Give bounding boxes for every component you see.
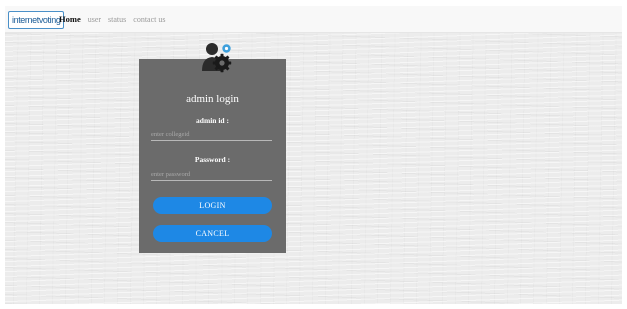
admin-id-label: admin id :	[196, 116, 229, 125]
top-navbar: internetvoting Home user status contact …	[5, 6, 622, 33]
password-label: Password :	[194, 155, 231, 164]
page-background: internetvoting Home user status contact …	[5, 6, 622, 304]
nav-link-user[interactable]: user	[88, 15, 101, 24]
admin-login-card: admin login admin id : Password : LOGIN …	[139, 59, 286, 253]
cancel-button[interactable]: CANCEL	[153, 225, 272, 242]
nav-link-home[interactable]: Home	[59, 14, 81, 24]
nav-links: Home user status contact us	[59, 6, 166, 32]
admin-settings-icon	[198, 40, 234, 74]
login-button[interactable]: LOGIN	[153, 197, 272, 214]
brand-logo[interactable]: internetvoting	[8, 11, 65, 29]
admin-id-input[interactable]	[151, 128, 272, 141]
nav-link-contact-us[interactable]: contact us	[133, 15, 165, 24]
login-title: admin login	[186, 93, 239, 105]
browser-viewport: internetvoting Home user status contact …	[0, 0, 627, 309]
nav-link-status[interactable]: status	[108, 15, 126, 24]
password-input[interactable]	[151, 168, 272, 181]
